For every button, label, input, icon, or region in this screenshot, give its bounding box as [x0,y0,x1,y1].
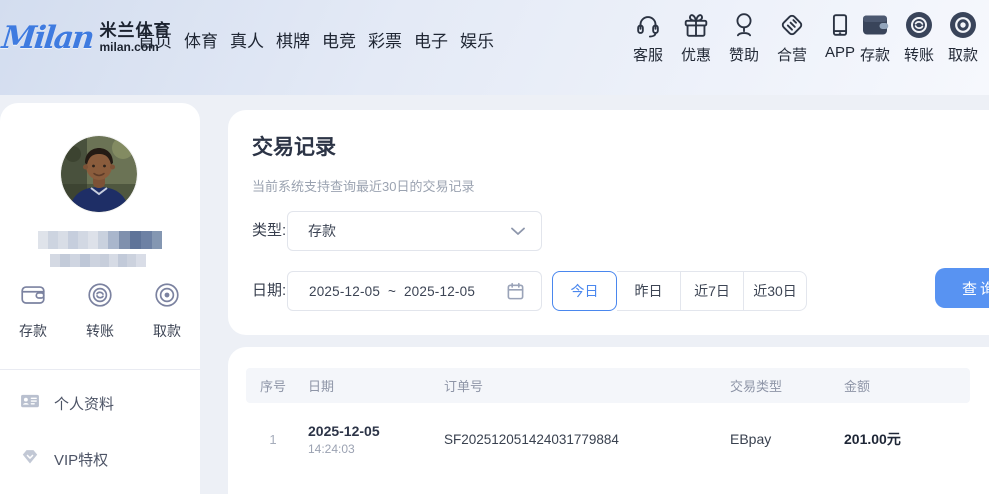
sidebar-item-profile[interactable]: 个人资料 [19,390,114,417]
col-header-amount: 金额 [844,379,871,394]
nav-cards[interactable]: 棋牌 [276,27,310,52]
search-button[interactable]: 查询 [935,268,989,308]
withdraw-circle-icon [947,7,979,43]
range-30days-button[interactable]: 近30日 [744,271,807,311]
nav-entertainment[interactable]: 娱乐 [460,27,494,52]
withdraw-icon [152,280,182,315]
header-service-button[interactable]: 客服 [630,7,666,65]
nav-home[interactable]: 首页 [138,27,172,52]
nav-esports[interactable]: 电竞 [322,27,356,52]
gift-icon [681,7,711,43]
header-sponsor-button[interactable]: 赞助 [726,7,762,65]
col-header-order: 订单号 [444,379,484,394]
page-subtitle: 当前系统支持查询最近30日的交易记录 [252,179,475,194]
col-header-type: 交易类型 [730,379,783,394]
headset-icon [633,7,663,43]
vip-gem-icon [19,446,41,473]
phone-icon [825,7,855,43]
header-withdraw-button[interactable]: 取款 [945,7,981,65]
date-filter-label: 日期: [252,282,287,299]
table-row: 1 2025-12-05 14:24:03 SF2025120514240317… [246,403,970,475]
date-start: 2025-12-05 [309,283,381,299]
row-time-value: 14:24:03 [308,441,355,456]
calendar-icon [506,282,525,301]
col-header-index: 序号 [259,379,286,394]
row-index: 1 [269,431,277,447]
sidebar-transfer-button[interactable]: 转账 [71,280,129,341]
profile-sidebar: 存款 转账 取款 个人资料 VIP特权 [0,103,200,494]
main-nav: 首页 体育 真人 棋牌 电竞 彩票 电子 娱乐 [138,27,494,52]
sidebar-item-vip[interactable]: VIP特权 [19,446,108,473]
row-date-value: 2025-12-05 [308,422,380,439]
sidebar-divider [0,369,200,370]
col-header-date: 日期 [308,379,335,394]
date-range-input[interactable]: 2025-12-05 ~ 2025-12-05 [287,271,542,311]
nav-live[interactable]: 真人 [230,27,264,52]
top-header: Milan 米兰体育 milan.com 首页 体育 真人 棋牌 电竞 彩票 电… [0,0,989,95]
sidebar-withdraw-button[interactable]: 取款 [138,280,196,341]
transaction-table-card: 序号 日期 订单号 交易类型 金额 1 2025-12-05 14:24:03 … [228,347,989,494]
user-avatar[interactable] [61,136,137,212]
id-card-icon [19,390,41,417]
range-yesterday-button[interactable]: 昨日 [617,271,681,311]
quick-range-group: 今日 昨日 近7日 近30日 [552,271,807,311]
nav-lottery[interactable]: 彩票 [368,27,402,52]
row-order-no: SF202512051424031779884 [444,431,619,447]
transfer-icon [85,280,115,315]
app-root: Milan 米兰体育 milan.com 首页 体育 真人 棋牌 电竞 彩票 电… [0,0,989,494]
wallet-icon [18,280,48,315]
header-transfer-button[interactable]: 转账 [901,7,937,65]
type-select[interactable]: 存款 [287,211,542,251]
blurred-username-line1 [38,231,162,249]
header-quick-links: 客服 优惠 赞助 合营 APP [630,7,858,65]
chevron-down-icon [511,227,525,236]
header-wallet-links: 存款 转账 取款 [857,7,981,65]
nav-slots[interactable]: 电子 [414,27,448,52]
sidebar-shortcuts: 存款 转账 取款 [0,280,200,341]
header-deposit-button[interactable]: 存款 [857,7,893,65]
blurred-username-line2 [50,254,146,267]
date-range-value: 2025-12-05 ~ 2025-12-05 [288,284,506,299]
row-amount: 201.00元 [844,431,901,447]
range-today-button[interactable]: 今日 [552,271,617,311]
nav-sports[interactable]: 体育 [184,27,218,52]
transaction-table: 序号 日期 订单号 交易类型 金额 1 2025-12-05 14:24:03 … [246,368,970,475]
sidebar-deposit-button[interactable]: 存款 [4,280,62,341]
partner-icon [777,7,807,43]
date-separator: ~ [387,283,397,299]
row-type: EBpay [730,431,772,447]
page-title: 交易记录 [252,136,336,159]
range-7days-button[interactable]: 近7日 [681,271,744,311]
date-end: 2025-12-05 [403,283,476,299]
sponsor-icon [729,7,759,43]
table-header-row: 序号 日期 订单号 交易类型 金额 [246,368,970,403]
header-promo-button[interactable]: 优惠 [678,7,714,65]
brand-script: Milan [0,20,95,56]
header-partner-button[interactable]: 合营 [774,7,810,65]
transaction-filter-card: 交易记录 当前系统支持查询最近30日的交易记录 类型: 存款 日期: 2025-… [228,110,989,335]
deposit-wallet-icon [859,7,891,43]
transfer-circle-icon [903,7,935,43]
header-app-button[interactable]: APP [822,7,858,65]
type-select-value: 存款 [308,223,336,239]
type-filter-label: 类型: [252,222,287,239]
row-date: 2025-12-05 14:24:03 [300,423,436,456]
